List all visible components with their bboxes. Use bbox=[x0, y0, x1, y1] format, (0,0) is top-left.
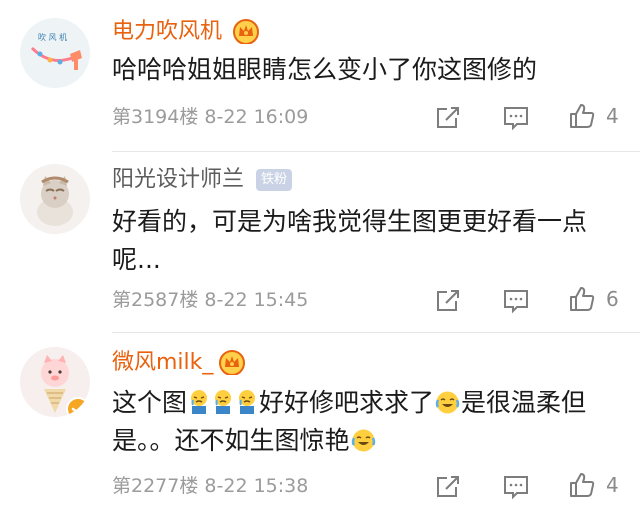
crown-badge-icon bbox=[232, 18, 260, 45]
comment-item: 微风milk_ 这个图 好好修吧求求了 是很温柔但 是。。还不如生图惊艳 第2277… bbox=[0, 333, 640, 508]
comment-text: 好看的，可是为啥我觉得生图更更好看一点 bbox=[112, 207, 588, 236]
comment-icon[interactable] bbox=[502, 104, 530, 132]
floor-number: 第3194楼 bbox=[112, 106, 199, 128]
laughing-tears-emoji-icon bbox=[435, 387, 460, 414]
floor-number: 第2277楼 bbox=[112, 475, 199, 497]
crying-emoji-icon bbox=[212, 387, 234, 414]
comment-text: 哈哈哈姐姐眼睛怎么变小了你这图修的 bbox=[112, 55, 538, 84]
fan-badge: 铁粉 bbox=[256, 169, 293, 191]
like-count: 6 bbox=[606, 287, 619, 311]
timestamp: 8-22 16:09 bbox=[204, 106, 309, 128]
username[interactable]: 微风milk_ bbox=[112, 349, 213, 377]
share-icon[interactable] bbox=[434, 473, 462, 501]
comment-icon[interactable] bbox=[502, 473, 530, 501]
timestamp: 8-22 15:45 bbox=[204, 289, 309, 311]
username[interactable]: 电力吹风机 bbox=[112, 18, 222, 46]
comment-text-part: 这个图 bbox=[112, 388, 188, 417]
crying-emoji-icon bbox=[236, 387, 258, 414]
avatar[interactable]: 吹 风 机 bbox=[20, 18, 90, 88]
like-count: 4 bbox=[606, 473, 619, 497]
thumbs-up-icon[interactable] bbox=[568, 285, 596, 313]
avatar[interactable] bbox=[20, 347, 90, 417]
crown-badge-icon bbox=[218, 349, 246, 376]
floor-number: 第2587楼 bbox=[112, 289, 199, 311]
username[interactable]: 阳光设计师兰 bbox=[112, 166, 244, 194]
comment-text-part: 是很温柔但 bbox=[461, 388, 587, 417]
comment-text: 这个图 好好修吧求求了 是很温柔但 bbox=[112, 383, 586, 423]
comment-text: 呢... bbox=[112, 245, 161, 274]
avatar[interactable] bbox=[20, 164, 90, 234]
comment-text: 是。。还不如生图惊艳 bbox=[112, 421, 377, 461]
verified-badge-icon bbox=[66, 397, 90, 417]
comment-feed: 吹 风 机 电力吹风机 哈哈哈姐姐眼睛怎么变小了你这图修的 第3194楼 8-2… bbox=[0, 0, 640, 508]
comment-text-part: 是。。还不如生图惊艳 bbox=[112, 426, 350, 455]
comment-meta: 第3194楼 8-22 16:09 bbox=[112, 104, 308, 130]
like-count: 4 bbox=[606, 104, 619, 128]
laughing-tears-emoji-icon bbox=[351, 425, 376, 452]
timestamp: 8-22 15:38 bbox=[204, 475, 309, 497]
crying-emoji-icon bbox=[188, 387, 210, 414]
comment-item: 吹 风 机 电力吹风机 哈哈哈姐姐眼睛怎么变小了你这图修的 第3194楼 8-2… bbox=[0, 0, 640, 152]
comment-meta: 第2587楼 8-22 15:45 bbox=[112, 287, 308, 313]
thumbs-up-icon[interactable] bbox=[568, 471, 596, 499]
share-icon[interactable] bbox=[434, 287, 462, 315]
thumbs-up-icon[interactable] bbox=[568, 102, 596, 130]
share-icon[interactable] bbox=[434, 104, 462, 132]
comment-text-part: 好好修吧求求了 bbox=[259, 388, 435, 417]
comment-icon[interactable] bbox=[502, 287, 530, 315]
comment-item: 阳光设计师兰 铁粉 好看的，可是为啥我觉得生图更更好看一点 呢... 第2587… bbox=[0, 152, 640, 333]
comment-meta: 第2277楼 8-22 15:38 bbox=[112, 473, 308, 499]
svg-text:吹 风 机: 吹 风 机 bbox=[38, 32, 67, 42]
